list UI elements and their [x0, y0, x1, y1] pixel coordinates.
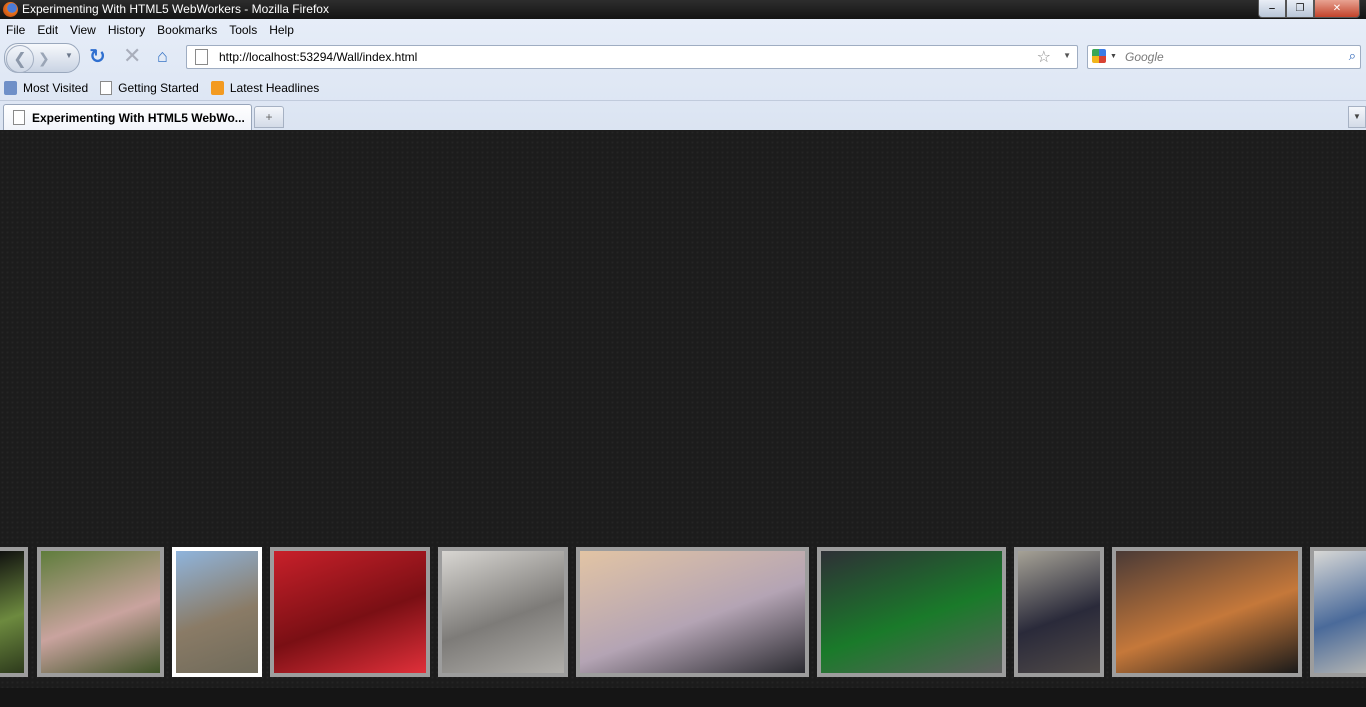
reload-button[interactable]: ↻	[89, 47, 106, 67]
bookmark-star-icon[interactable]: ☆	[1037, 47, 1051, 67]
thumbnail-strip	[0, 547, 1366, 677]
new-tab-button[interactable]: +	[254, 106, 284, 128]
thumbnail-image	[41, 551, 160, 673]
menu-tools[interactable]: Tools	[223, 23, 263, 37]
thumbnail-image	[442, 551, 564, 673]
url-bar[interactable]: http://localhost:53294/Wall/index.html ☆…	[186, 45, 1078, 69]
bookmark-label: Most Visited	[23, 80, 89, 95]
thumbnail-image	[274, 551, 426, 673]
menu-history[interactable]: History	[102, 23, 151, 37]
home-button[interactable]: ⌂	[157, 47, 168, 65]
page-content	[0, 130, 1366, 707]
history-dropdown-icon[interactable]: ▼	[65, 51, 73, 60]
tab-title: Experimenting With HTML5 WebWo...	[32, 111, 245, 125]
search-icon[interactable]: ⌕	[1349, 48, 1356, 64]
thumbnail-grass[interactable]	[0, 547, 28, 677]
bookmark-label: Latest Headlines	[229, 80, 320, 95]
thumbnail-image	[1018, 551, 1100, 673]
tab-bar: Experimenting With HTML5 WebWo... + ▼	[0, 100, 1366, 131]
thumbnail-sunset[interactable]	[1112, 547, 1302, 677]
thumbnail-image	[821, 551, 1002, 673]
thumbnail-clouds[interactable]	[576, 547, 809, 677]
search-engine-dropdown-icon[interactable]: ▼	[1110, 53, 1117, 60]
thumbnail-river-flower[interactable]	[172, 547, 262, 677]
menu-bar: File Edit View History Bookmarks Tools H…	[0, 19, 1366, 41]
menu-help[interactable]: Help	[263, 23, 300, 37]
most-visited-icon	[4, 80, 17, 95]
url-dropdown-icon[interactable]: ▼	[1063, 51, 1071, 60]
bookmark-latest-headlines[interactable]: Latest Headlines	[210, 80, 320, 95]
stop-button[interactable]: ✕	[123, 45, 141, 67]
thumbnail-image	[176, 551, 258, 673]
menu-file[interactable]: File	[0, 23, 31, 37]
navigation-toolbar: ❮ ❯ ▼ ↻ ✕ ⌂ http://localhost:53294/Wall/…	[0, 41, 1366, 75]
back-button[interactable]: ❮	[6, 45, 34, 73]
thumbnail-image	[1314, 551, 1366, 673]
bookmark-label: Getting Started	[118, 80, 199, 95]
thumbnail-image	[580, 551, 805, 673]
thumbnail-butterfly[interactable]	[270, 547, 430, 677]
page-icon	[13, 110, 25, 125]
thumbnail-image	[0, 551, 24, 673]
tab-active[interactable]: Experimenting With HTML5 WebWo...	[3, 104, 252, 130]
wall-footer	[0, 688, 1366, 707]
site-identity-icon[interactable]	[195, 49, 208, 65]
rss-icon	[210, 80, 224, 95]
window-title: Experimenting With HTML5 WebWorkers - Mo…	[22, 2, 329, 16]
thumbnail-rose[interactable]	[438, 547, 568, 677]
bookmarks-toolbar: Most Visited Getting Started Latest Head…	[0, 75, 1366, 100]
menu-bookmarks[interactable]: Bookmarks	[151, 23, 223, 37]
forward-button[interactable]: ❯	[38, 50, 50, 67]
window-titlebar: Experimenting With HTML5 WebWorkers - Mo…	[0, 0, 1366, 19]
list-all-tabs-button[interactable]: ▼	[1348, 106, 1366, 128]
thumbnail-partial[interactable]	[1310, 547, 1366, 677]
restore-button[interactable]: ❐	[1286, 0, 1314, 18]
thumbnail-lily[interactable]	[37, 547, 164, 677]
thumbnail-lake-storm[interactable]	[817, 547, 1006, 677]
firefox-logo-icon	[3, 2, 18, 17]
thumbnail-family[interactable]	[1014, 547, 1104, 677]
browser-chrome: File Edit View History Bookmarks Tools H…	[0, 19, 1366, 130]
minimize-button[interactable]: ‒	[1258, 0, 1286, 18]
menu-edit[interactable]: Edit	[31, 23, 64, 37]
window-controls: ‒ ❐ ✕	[1258, 0, 1360, 18]
page-icon	[100, 80, 113, 95]
close-button[interactable]: ✕	[1314, 0, 1360, 18]
thumbnail-image	[1116, 551, 1298, 673]
url-input[interactable]: http://localhost:53294/Wall/index.html	[219, 50, 417, 64]
back-forward-group: ❮ ❯ ▼	[4, 43, 80, 73]
search-input[interactable]: Google	[1125, 50, 1164, 64]
menu-view[interactable]: View	[64, 23, 102, 37]
search-engine-icon[interactable]	[1092, 49, 1106, 63]
search-bar[interactable]: ▼ Google ⌕	[1087, 45, 1361, 69]
bookmark-most-visited[interactable]: Most Visited	[4, 80, 89, 95]
bookmark-getting-started[interactable]: Getting Started	[100, 80, 199, 95]
back-arrow-icon: ❮	[13, 51, 27, 68]
